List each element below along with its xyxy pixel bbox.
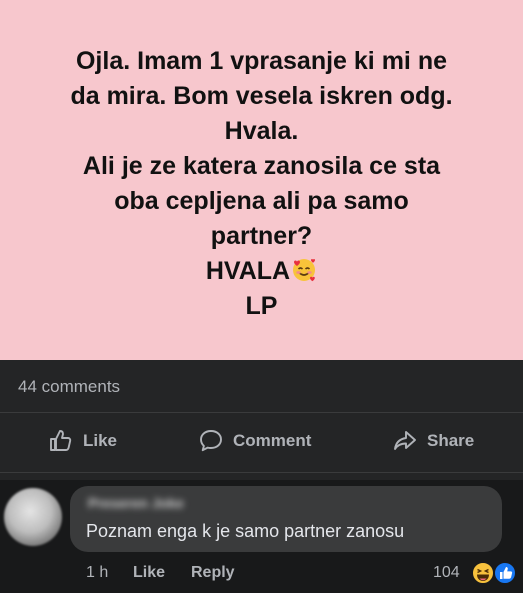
post-body: Ojla. Imam 1 vprasanje ki mi ne da mira.… xyxy=(70,47,453,250)
reaction-icons[interactable] xyxy=(470,560,520,586)
post-text: Ojla. Imam 1 vprasanje ki mi ne da mira.… xyxy=(22,44,502,324)
reaction-count[interactable]: 104 xyxy=(433,564,460,582)
comment-text: Poznam enga k je samo partner zanosu xyxy=(86,521,405,541)
post-card: Ojla. Imam 1 vprasanje ki mi ne da mira.… xyxy=(0,0,523,360)
comment-bubble[interactable]: Preseren Joke Poznam enga k je samo part… xyxy=(70,486,502,552)
thumbs-up-icon xyxy=(50,430,72,451)
smiling-face-with-hearts-icon xyxy=(293,258,316,282)
comment-time[interactable]: 1 h xyxy=(86,564,108,582)
comment-label: Comment xyxy=(233,431,312,450)
like-label: Like xyxy=(83,431,118,450)
divider xyxy=(0,412,523,413)
post-signature: LP xyxy=(245,292,278,320)
comment-author[interactable]: Preseren Joke xyxy=(88,495,184,511)
comment-like-link[interactable]: Like xyxy=(133,564,165,582)
comment-button[interactable]: Comment xyxy=(198,420,311,462)
share-button[interactable]: Share xyxy=(392,420,474,462)
post-closing: HVALA xyxy=(205,257,291,285)
share-label: Share xyxy=(427,431,475,450)
share-arrow-icon xyxy=(394,431,416,450)
like-reaction-icon xyxy=(493,561,517,585)
post-footer: 44 comments Like Comment Share Preseren … xyxy=(0,360,523,593)
haha-icon xyxy=(471,561,495,585)
avatar[interactable] xyxy=(4,488,62,546)
comment-bubble-icon xyxy=(200,430,222,452)
action-bar: Like Comment Share xyxy=(0,420,523,462)
divider xyxy=(0,472,523,473)
like-button[interactable]: Like xyxy=(48,420,117,462)
comment: Preseren Joke Poznam enga k je samo part… xyxy=(0,480,523,593)
comments-count[interactable]: 44 comments xyxy=(18,377,120,397)
comment-reply-link[interactable]: Reply xyxy=(191,564,235,582)
